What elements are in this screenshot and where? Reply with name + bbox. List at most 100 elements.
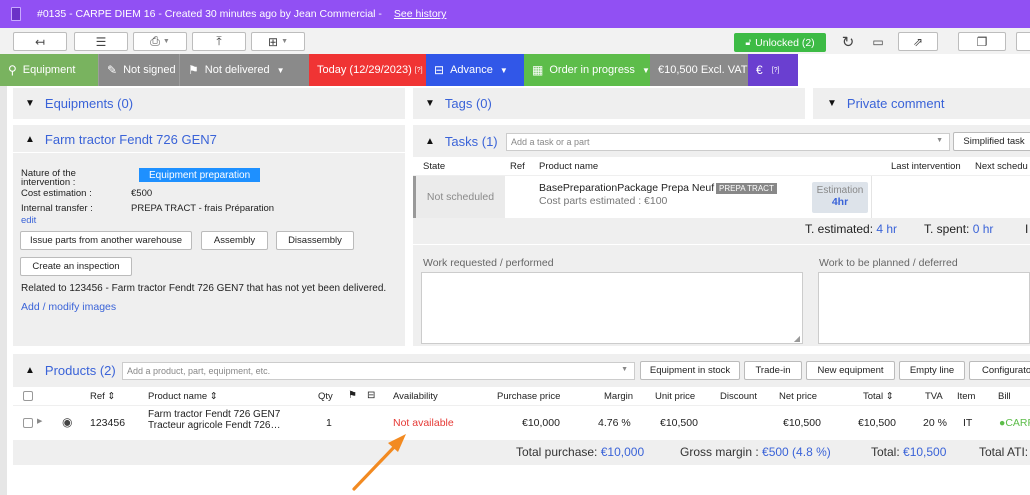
advance-label: Advance [450,64,493,76]
col-ref: Ref [510,161,525,172]
edit-link[interactable]: edit [21,215,36,226]
work-requested-label: Work requested / performed [423,257,554,269]
new-equipment-button[interactable]: New equipment [806,361,895,380]
issue-parts-button[interactable]: Issue parts from another warehouse [20,231,192,250]
today-segment[interactable]: Today (12/29/2023) [?] [309,54,426,86]
unlocked-label: Unlocked (2) [755,36,815,49]
col-availability: Availability [393,391,438,402]
equipment-label: Equipment [22,64,76,76]
equipment-in-stock-button[interactable]: Equipment in stock [640,361,740,380]
select-all-checkbox[interactable] [23,391,33,401]
total-purchase-label: Total purchase: [516,445,598,459]
simplified-task-button[interactable]: Simplified task [953,132,1030,151]
collapse-triangle-icon: ▲ [25,365,35,376]
nature-value-badge[interactable]: Equipment preparation [139,168,261,182]
add-task-input[interactable]: Add a task or a part ▼ [506,133,950,151]
row-qty: 1 [326,417,332,429]
expand-triangle-icon: ▼ [827,98,837,109]
disassembly-button[interactable]: Disassembly [276,231,354,250]
work-planned-textarea[interactable] [818,272,1030,344]
col-ref[interactable]: Ref ⇕ [90,391,115,402]
col-net-price: Net price [779,391,818,402]
col-unit-price: Unit price [655,391,696,402]
work-requested-textarea[interactable]: ◢ [421,272,803,344]
total: Total: €10,500 [871,445,946,459]
list-button[interactable]: ☰ [74,32,128,51]
row-net-price: €10,500 [783,417,821,429]
tasks-header-row: State Ref Product name Last intervention… [413,157,1030,175]
task-cost-estimated: Cost parts estimated : €100 [539,195,668,207]
order-title: #0135 - CARPE DIEM 16 - Created 30 minut… [37,8,382,20]
col-margin: Margin [604,391,634,402]
t-spent-label: T. spent: [924,222,970,236]
annotation-arrow-icon [352,434,406,491]
advance-segment[interactable]: ⊟ Advance ▼ [426,54,524,86]
order-label: Order in progress [549,64,635,76]
list-icon: ☰ [95,34,107,49]
eye-icon[interactable]: ◉ [62,415,72,429]
row-checkbox[interactable] [23,418,33,428]
toolbar: ↤ ☰ ⎙ ▼ ⤒ ⊞ ▼ ↻ ▭ ⇗ ❐ [0,28,1030,54]
structure-menu-button[interactable]: ⊞ ▼ [251,32,305,51]
monitor-icon: ▭ [872,34,884,49]
upload-button[interactable]: ⤒ [192,32,246,51]
last-intervention-cell [871,176,971,218]
refresh-button[interactable]: ↻ [836,32,860,51]
row-name-primary[interactable]: Farm tractor Fendt 726 GEN7 [148,409,280,420]
row-item: IT [963,417,973,429]
expand-arrow-icon[interactable]: ▶ [37,417,42,425]
currency-segment[interactable]: € [?] [748,54,798,86]
private-comment-section[interactable]: ▼ Private comment [813,88,1030,119]
unlocked-button[interactable]: 🔓︎ Unlocked (2) [734,33,826,52]
equipments-section[interactable]: ▼ Equipments (0) [13,88,405,119]
empty-line-button[interactable]: Empty line [899,361,965,380]
trade-in-button[interactable]: Trade-in [744,361,802,380]
add-product-placeholder: Add a product, part, equipment, etc. [127,366,271,376]
col-item: Item [957,391,976,402]
col-tva: TVA [925,391,943,402]
transfer-value: PREPA TRACT - frais Préparation [131,203,275,214]
products-title: Products (2) [44,363,116,378]
today-help: [?] [414,66,423,74]
gross-margin-label: Gross margin : [680,445,759,459]
share-button[interactable]: ⇗ [898,32,938,51]
expand-triangle-icon: ▼ [25,98,35,109]
col-total[interactable]: Total ⇕ [863,391,894,402]
add-product-input[interactable]: Add a product, part, equipment, etc. ▼ [122,362,635,380]
screen-button[interactable]: ▭ [866,32,890,51]
back-button[interactable]: ↤ [13,32,67,51]
status-bar: ⚲ Equipment ✎ Not signed ⚑ Not delivered ▼ T… [0,54,1030,86]
estimation-box[interactable]: Estimation 4hr [812,182,868,213]
not-delivered-segment[interactable]: ⚑ Not delivered ▼ [179,54,309,86]
order-segment[interactable]: ▦ Order in progress ▼ [524,54,650,86]
row-name-secondary[interactable]: Tracteur agricole Fendt 726… [148,420,280,431]
table-row[interactable]: ▶ ◉ 123456 Farm tractor Fendt 726 GEN7 T… [13,406,1030,440]
see-history-link[interactable]: See history [394,8,447,20]
related-text: Related to 123456 - Farm tractor Fendt 7… [21,283,387,294]
print-menu-button[interactable]: ⎙ ▼ [133,32,187,51]
col-product-name[interactable]: Product name ⇕ [148,391,218,402]
time-estimated: T. estimated: 4 hr [805,222,897,236]
tags-section[interactable]: ▼ Tags (0) [413,88,805,119]
expand-triangle-icon: ▼ [425,98,435,109]
products-header-row: Ref ⇕ Product name ⇕ Qty ⚑ ⊟ Availabilit… [13,387,1030,405]
row-bill[interactable]: ●CARP [999,417,1030,429]
tags-title: Tags (0) [444,96,492,111]
hierarchy-icon: ⊞ [268,34,279,49]
back-arrow-icon: ↤ [34,34,46,49]
task-state[interactable]: Not scheduled [413,176,505,218]
copy-button[interactable]: ❐ [958,32,1006,51]
assembly-button[interactable]: Assembly [201,231,268,250]
configurator-button[interactable]: Configurato [969,361,1030,380]
task-row[interactable]: Not scheduled BasePreparationPackage Pre… [413,176,1030,218]
more-button[interactable] [1016,32,1030,51]
col-state: State [423,161,446,172]
amount-label: €10,500 Excl. VAT [658,64,748,76]
equipment-segment[interactable]: ⚲ Equipment [0,54,98,86]
print-icon: ⎙ [150,34,160,48]
not-signed-segment[interactable]: ✎ Not signed [98,54,179,86]
row-ref[interactable]: 123456 [90,417,125,429]
create-inspection-button[interactable]: Create an inspection [20,257,132,276]
task-product-name: BasePreparationPackage Prepa Neuf [539,182,715,194]
add-images-link[interactable]: Add / modify images [21,301,116,313]
